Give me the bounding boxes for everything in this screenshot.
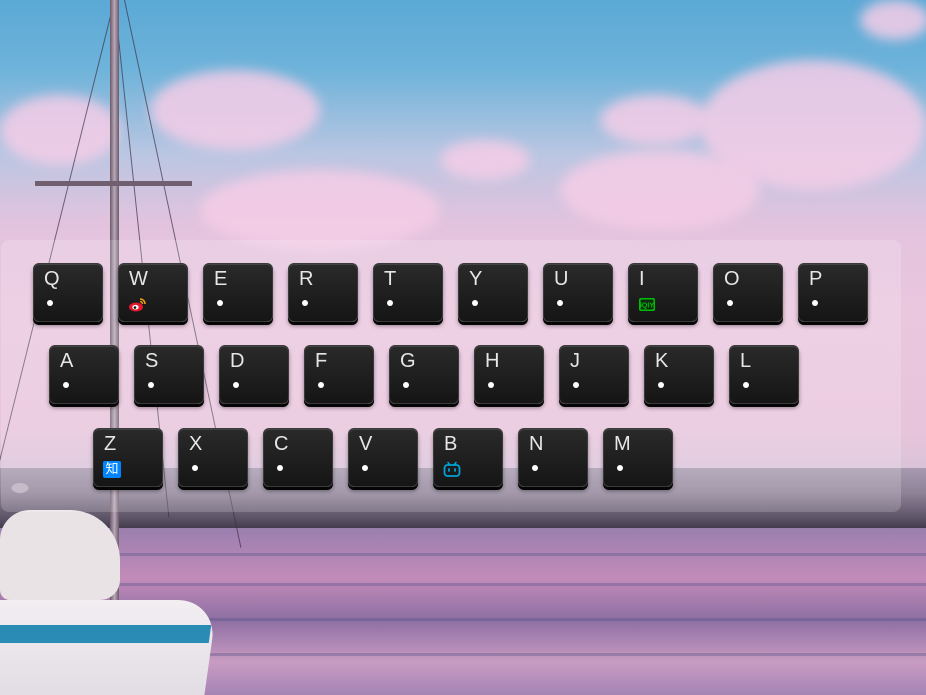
key-g[interactable]: G (389, 345, 459, 404)
key-e[interactable]: E (203, 263, 273, 322)
key-c[interactable]: C (263, 428, 333, 487)
key-indicator-dot (47, 300, 53, 306)
key-r[interactable]: R (288, 263, 358, 322)
key-letter: J (570, 350, 580, 372)
key-letter: X (189, 433, 203, 455)
key-indicator-dot (488, 382, 494, 388)
cloud (860, 0, 926, 40)
boat-spreader (35, 181, 192, 186)
key-indicator-dot (557, 300, 563, 306)
key-k[interactable]: K (644, 345, 714, 404)
key-n[interactable]: N (518, 428, 588, 487)
cloud (0, 95, 120, 165)
key-x[interactable]: X (178, 428, 248, 487)
key-a[interactable]: A (49, 345, 119, 404)
key-v[interactable]: V (348, 428, 418, 487)
key-indicator-dot (743, 382, 749, 388)
key-letter: N (529, 433, 544, 455)
cloud (150, 70, 320, 150)
key-indicator-dot (532, 465, 538, 471)
key-letter: K (655, 350, 669, 372)
key-indicator-dot (812, 300, 818, 306)
key-indicator-dot (63, 382, 69, 388)
key-indicator-dot (403, 382, 409, 388)
key-indicator-dot (233, 382, 239, 388)
key-letter: G (400, 350, 416, 372)
key-indicator-dot (217, 300, 223, 306)
key-indicator-dot (617, 465, 623, 471)
key-letter: A (60, 350, 74, 372)
key-letter: S (145, 350, 159, 372)
key-m[interactable]: M (603, 428, 673, 487)
zhihu-icon: 知 (103, 461, 121, 478)
key-y[interactable]: Y (458, 263, 528, 322)
key-indicator-dot (573, 382, 579, 388)
key-indicator-dot (302, 300, 308, 306)
key-indicator-dot (727, 300, 733, 306)
key-letter: Z (104, 433, 117, 455)
key-w[interactable]: W (118, 263, 188, 322)
key-letter: M (614, 433, 631, 455)
key-indicator-dot (658, 382, 664, 388)
key-letter: C (274, 433, 289, 455)
key-q[interactable]: Q (33, 263, 103, 322)
bilibili-icon (443, 461, 461, 478)
key-u[interactable]: U (543, 263, 613, 322)
key-letter: B (444, 433, 458, 455)
key-h[interactable]: H (474, 345, 544, 404)
key-p[interactable]: P (798, 263, 868, 322)
boat-hull (0, 600, 218, 695)
key-f[interactable]: F (304, 345, 374, 404)
key-letter: Y (469, 268, 483, 290)
key-letter: E (214, 268, 228, 290)
cloud (600, 95, 710, 145)
iqiyi-icon: iQIY (638, 296, 656, 313)
key-indicator-dot (148, 382, 154, 388)
cloud (200, 170, 440, 250)
cloud (560, 150, 760, 230)
svg-text:iQIY: iQIY (640, 303, 654, 310)
key-indicator-dot (192, 465, 198, 471)
key-letter: U (554, 268, 569, 290)
key-letter: R (299, 268, 314, 290)
key-indicator-dot (362, 465, 368, 471)
key-letter: Q (44, 268, 60, 290)
key-i[interactable]: IiQIY (628, 263, 698, 322)
key-letter: I (639, 268, 645, 290)
cloud (440, 140, 530, 180)
key-letter: T (384, 268, 397, 290)
key-letter: L (740, 350, 752, 372)
key-letter: P (809, 268, 823, 290)
key-letter: H (485, 350, 500, 372)
key-t[interactable]: T (373, 263, 443, 322)
key-letter: V (359, 433, 373, 455)
key-letter: D (230, 350, 245, 372)
key-indicator-dot (277, 465, 283, 471)
key-indicator-dot (318, 382, 324, 388)
key-b[interactable]: B (433, 428, 503, 487)
key-letter: W (129, 268, 148, 290)
key-l[interactable]: L (729, 345, 799, 404)
key-d[interactable]: D (219, 345, 289, 404)
key-indicator-dot (387, 300, 393, 306)
boat-stripe (0, 625, 212, 643)
furled-sail (0, 510, 120, 600)
key-o[interactable]: O (713, 263, 783, 322)
key-letter: F (315, 350, 328, 372)
key-j[interactable]: J (559, 345, 629, 404)
zhihu-label: 知 (105, 462, 119, 477)
key-s[interactable]: S (134, 345, 204, 404)
key-indicator-dot (472, 300, 478, 306)
key-letter: O (724, 268, 740, 290)
key-z[interactable]: Z知 (93, 428, 163, 487)
weibo-icon (128, 296, 146, 313)
